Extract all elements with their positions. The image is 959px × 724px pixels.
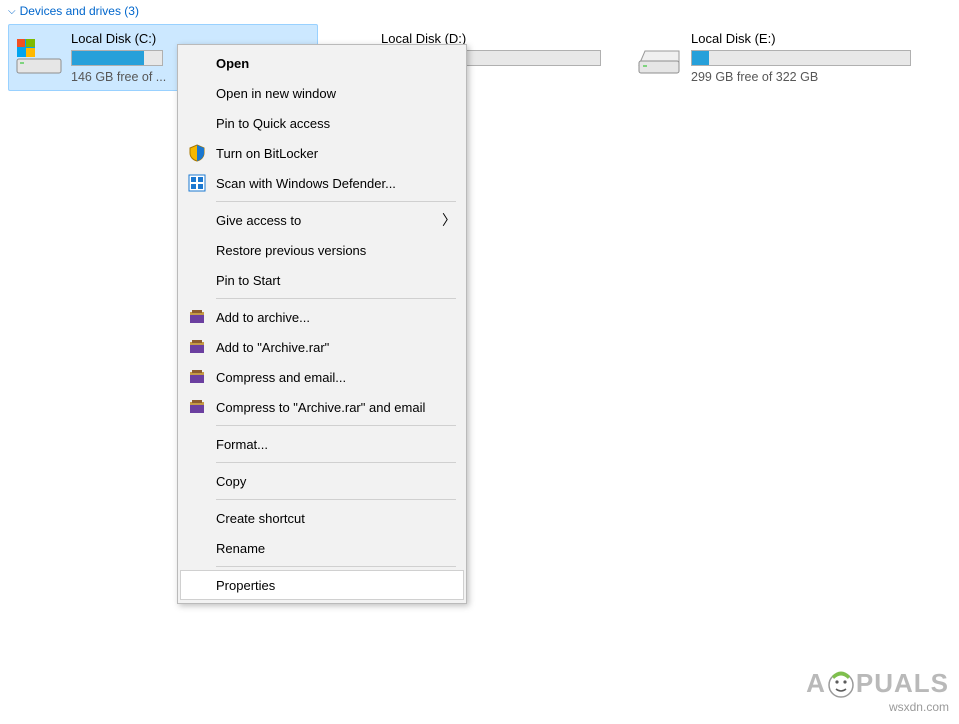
drive-title: Local Disk (E:) bbox=[691, 31, 931, 46]
shield-icon bbox=[188, 144, 206, 162]
drive-body: Local Disk (E:) 299 GB free of 322 GB bbox=[691, 31, 931, 84]
menu-create-shortcut[interactable]: Create shortcut bbox=[180, 503, 464, 533]
menu-label: Open in new window bbox=[216, 86, 336, 101]
face-icon bbox=[826, 670, 856, 700]
menu-label: Add to "Archive.rar" bbox=[216, 340, 329, 355]
menu-label: Scan with Windows Defender... bbox=[216, 176, 396, 191]
brand-pre: A bbox=[806, 668, 826, 698]
winrar-icon bbox=[188, 368, 206, 386]
winrar-icon bbox=[188, 308, 206, 326]
menu-compress-email[interactable]: Compress and email... bbox=[180, 362, 464, 392]
capacity-fill bbox=[72, 51, 144, 65]
watermark: A PUALS wsxdn.com bbox=[806, 668, 949, 714]
menu-separator bbox=[216, 201, 456, 202]
chevron-down-icon: ⌵ bbox=[8, 6, 16, 17]
menu-add-archive[interactable]: Add to archive... bbox=[180, 302, 464, 332]
menu-bitlocker[interactable]: Turn on BitLocker bbox=[180, 138, 464, 168]
drive-e[interactable]: Local Disk (E:) 299 GB free of 322 GB bbox=[628, 24, 938, 91]
menu-copy[interactable]: Copy bbox=[180, 466, 464, 496]
menu-separator bbox=[216, 566, 456, 567]
menu-label: Compress and email... bbox=[216, 370, 346, 385]
menu-compress-archiverar-email[interactable]: Compress to "Archive.rar" and email bbox=[180, 392, 464, 422]
menu-label: Format... bbox=[216, 437, 268, 452]
menu-label: Properties bbox=[216, 578, 275, 593]
context-menu: Open Open in new window Pin to Quick acc… bbox=[177, 44, 467, 604]
menu-separator bbox=[216, 425, 456, 426]
menu-rename[interactable]: Rename bbox=[180, 533, 464, 563]
winrar-icon bbox=[188, 398, 206, 416]
menu-label: Pin to Start bbox=[216, 273, 280, 288]
menu-separator bbox=[216, 298, 456, 299]
capacity-bar bbox=[71, 50, 163, 66]
site-text: wsxdn.com bbox=[806, 700, 949, 714]
defender-icon bbox=[188, 174, 206, 192]
menu-separator bbox=[216, 462, 456, 463]
menu-label: Give access to bbox=[216, 213, 301, 228]
menu-pin-quick-access[interactable]: Pin to Quick access bbox=[180, 108, 464, 138]
winrar-icon bbox=[188, 338, 206, 356]
drives-container: Local Disk (C:) 146 GB free of ... Local… bbox=[0, 22, 959, 93]
menu-label: Open bbox=[216, 56, 249, 71]
menu-format[interactable]: Format... bbox=[180, 429, 464, 459]
drive-c-icon bbox=[15, 37, 63, 77]
menu-properties[interactable]: Properties bbox=[180, 570, 464, 600]
menu-open[interactable]: Open bbox=[180, 48, 464, 78]
menu-label: Copy bbox=[216, 474, 246, 489]
menu-restore-versions[interactable]: Restore previous versions bbox=[180, 235, 464, 265]
brand-logo: A PUALS bbox=[806, 668, 949, 700]
menu-label: Create shortcut bbox=[216, 511, 305, 526]
brand-post: PUALS bbox=[856, 668, 949, 698]
submenu-arrow-icon: 〉 bbox=[442, 210, 456, 230]
menu-open-new-window[interactable]: Open in new window bbox=[180, 78, 464, 108]
menu-label: Turn on BitLocker bbox=[216, 146, 318, 161]
menu-defender[interactable]: Scan with Windows Defender... bbox=[180, 168, 464, 198]
menu-add-archiverar[interactable]: Add to "Archive.rar" bbox=[180, 332, 464, 362]
menu-label: Add to archive... bbox=[216, 310, 310, 325]
menu-label: Pin to Quick access bbox=[216, 116, 330, 131]
drive-icon bbox=[635, 37, 683, 77]
section-header[interactable]: ⌵ Devices and drives (3) bbox=[0, 0, 959, 22]
capacity-bar bbox=[691, 50, 911, 66]
menu-label: Compress to "Archive.rar" and email bbox=[216, 400, 425, 415]
menu-give-access[interactable]: Give access to 〉 bbox=[180, 205, 464, 235]
menu-label: Restore previous versions bbox=[216, 243, 366, 258]
drive-free-text: 299 GB free of 322 GB bbox=[691, 70, 931, 84]
menu-label: Rename bbox=[216, 541, 265, 556]
section-header-label: Devices and drives (3) bbox=[20, 4, 139, 18]
menu-separator bbox=[216, 499, 456, 500]
menu-pin-start[interactable]: Pin to Start bbox=[180, 265, 464, 295]
capacity-fill bbox=[692, 51, 709, 65]
